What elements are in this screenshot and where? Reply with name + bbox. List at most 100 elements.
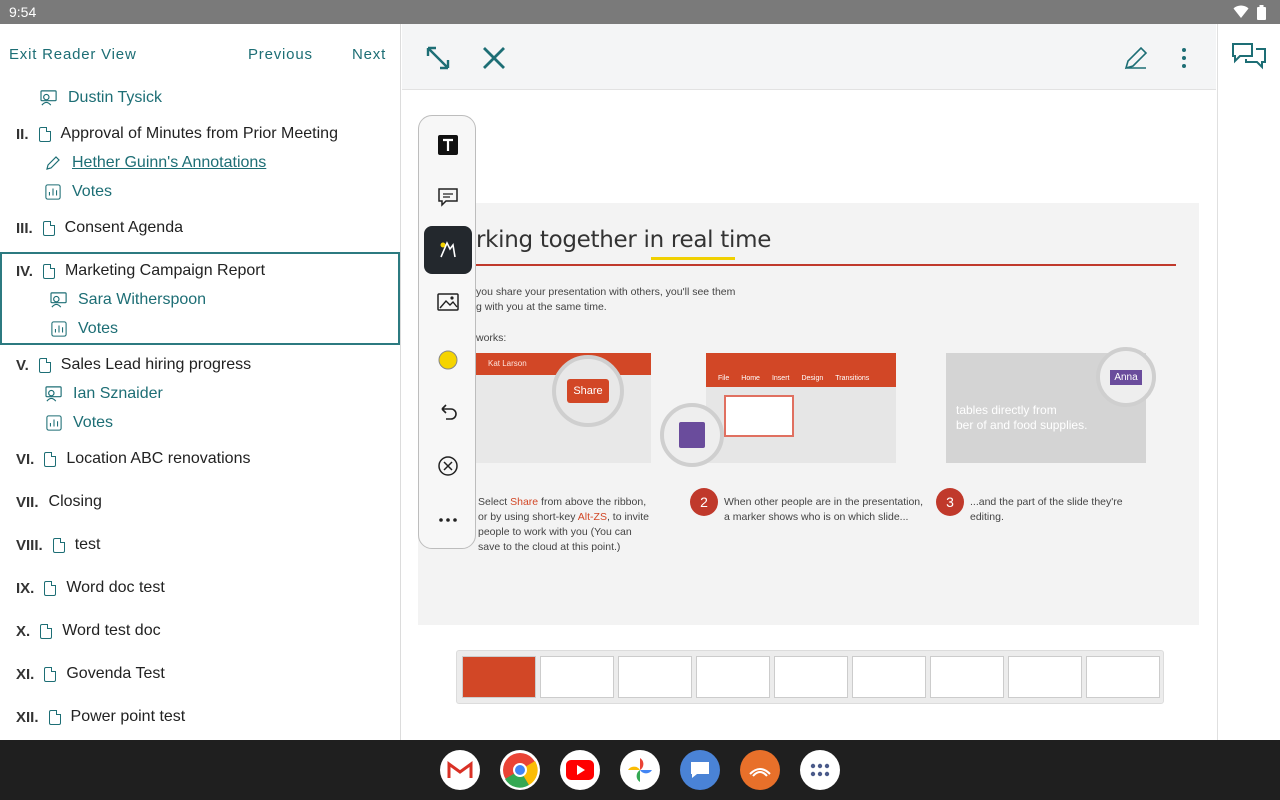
slide-thumbnail[interactable]: [462, 656, 536, 698]
presenter-item[interactable]: Dustin Tysick: [40, 86, 162, 110]
pen-icon: [440, 241, 456, 258]
govenda-app[interactable]: [740, 750, 780, 790]
slide-thumbnail[interactable]: [540, 656, 614, 698]
agenda-item-12[interactable]: XII. Power point test: [16, 704, 185, 730]
undo-icon: [441, 404, 457, 420]
agenda-title: Marketing Campaign Report: [64, 262, 266, 279]
agenda-title: Closing: [48, 493, 102, 510]
color-picker[interactable]: [424, 336, 472, 384]
step-line: save to the cloud at this point.): [478, 541, 621, 553]
agenda-number: V.: [16, 356, 29, 374]
slide-thumbnail[interactable]: [618, 656, 692, 698]
app-drawer[interactable]: [800, 750, 840, 790]
agenda-item-5[interactable]: V. Sales Lead hiring progress: [16, 352, 251, 378]
agenda-item-11[interactable]: XI. Govenda Test: [16, 661, 165, 687]
agenda-item-6[interactable]: VI. Location ABC renovations: [16, 446, 250, 472]
expand-icon[interactable]: [422, 42, 454, 74]
panel-text: tables directly from ber of and food sup…: [956, 403, 1087, 433]
agenda-number: VI.: [16, 450, 35, 468]
agenda-item-10[interactable]: X. Word test doc: [16, 618, 161, 644]
clear-tool[interactable]: [424, 442, 472, 490]
image-tool[interactable]: [424, 278, 472, 326]
agenda-title: test: [74, 536, 101, 553]
pencil-icon[interactable]: [1120, 42, 1152, 74]
presenter-item[interactable]: Ian Sznaider: [45, 382, 163, 406]
step-line: editing.: [970, 511, 1004, 523]
slide-thumbnail[interactable]: [696, 656, 770, 698]
agenda-item-8[interactable]: VIII. test: [16, 532, 100, 558]
step-3-badge: 3: [936, 488, 964, 516]
more-options-icon[interactable]: [1168, 42, 1200, 74]
status-icons: [1233, 4, 1266, 20]
exit-reader-view-button[interactable]: Exit Reader View: [9, 46, 137, 63]
step-text-accent: Alt-ZS: [577, 511, 607, 523]
slide-page: rking together in real time you share yo…: [418, 203, 1199, 625]
votes-item[interactable]: Votes: [44, 180, 112, 204]
step-text: Select: [478, 496, 511, 508]
clear-icon: [438, 456, 458, 476]
agenda-title: Power point test: [70, 708, 186, 725]
next-button[interactable]: Next: [352, 46, 386, 63]
status-bar: 9:54: [0, 0, 1280, 24]
slide-thumbnail[interactable]: [1008, 656, 1082, 698]
document-icon: [40, 623, 53, 639]
reader-nav: Exit Reader View Previous Next: [0, 46, 400, 68]
user-name: Kat Larson: [488, 359, 527, 368]
annotations-link[interactable]: Hether Guinn's Annotations: [44, 151, 266, 175]
agenda-number: IV.: [16, 262, 33, 280]
agenda-title: Sales Lead hiring progress: [60, 356, 252, 373]
comment-icon: [438, 188, 458, 207]
image-icon: [437, 293, 459, 311]
color-swatch-icon: [438, 350, 458, 370]
wifi-icon: [1233, 5, 1249, 18]
votes-item[interactable]: Votes: [45, 411, 113, 435]
slide-thumbnail[interactable]: [774, 656, 848, 698]
chrome-app[interactable]: [500, 750, 540, 790]
ink-tool[interactable]: [424, 226, 472, 274]
previous-button[interactable]: Previous: [248, 46, 313, 63]
chat-icon[interactable]: [1230, 40, 1268, 72]
agenda-number: II.: [16, 125, 29, 143]
presenter-item[interactable]: Sara Witherspoon: [50, 288, 206, 312]
slide-thumbnail[interactable]: [852, 656, 926, 698]
votes-item[interactable]: Votes: [50, 317, 118, 341]
step-line: or by using short-key Alt-ZS, to invite: [478, 510, 649, 525]
undo-tool[interactable]: [424, 388, 472, 436]
comment-tool[interactable]: [424, 173, 472, 221]
step-line: ...and the part of the slide they're: [970, 496, 1123, 508]
slide-title: rking together in real time: [476, 227, 771, 253]
title-rule: [476, 264, 1176, 266]
document-icon: [44, 666, 57, 682]
step-line: Select Share from above the ribbon,: [478, 495, 649, 510]
youtube-icon: [566, 760, 594, 780]
presenter-icon: [50, 292, 67, 308]
viewer-toolbar: [402, 24, 1216, 90]
intro-line: g with you at the same time.: [476, 301, 607, 313]
text-tool[interactable]: [424, 121, 472, 169]
highlight-underline: [651, 257, 735, 260]
step-text: , to invite: [606, 511, 649, 523]
step-line: a marker shows who is on which slide...: [724, 511, 909, 523]
more-tools[interactable]: [424, 496, 472, 544]
agenda-item-3[interactable]: III. Consent Agenda: [16, 215, 183, 241]
agenda-item-4[interactable]: IV. Marketing Campaign Report: [16, 258, 265, 284]
agenda-item-2[interactable]: II. Approval of Minutes from Prior Meeti…: [16, 121, 338, 147]
document-icon: [44, 451, 57, 467]
agenda-item-9[interactable]: IX. Word doc test: [16, 575, 165, 601]
presenter-name: Sara Witherspoon: [78, 291, 207, 308]
ribbon-menu: File Home Insert Design Transitions: [718, 375, 869, 382]
chrome-icon: [503, 753, 538, 788]
close-icon[interactable]: [478, 42, 510, 74]
messages-app[interactable]: [680, 750, 720, 790]
gmail-app[interactable]: [440, 750, 480, 790]
presenter-icon: [45, 386, 62, 402]
slide-thumbnail[interactable]: [1086, 656, 1160, 698]
agenda-item-7[interactable]: VII. Closing: [16, 489, 102, 515]
more-dots-icon: [439, 518, 457, 522]
zoom-circle: [660, 403, 724, 467]
slide-thumbnail[interactable]: [930, 656, 1004, 698]
illustration-editing: tables directly from ber of and food sup…: [946, 347, 1156, 463]
photos-app[interactable]: [620, 750, 660, 790]
votes-label: Votes: [72, 183, 113, 200]
youtube-app[interactable]: [560, 750, 600, 790]
